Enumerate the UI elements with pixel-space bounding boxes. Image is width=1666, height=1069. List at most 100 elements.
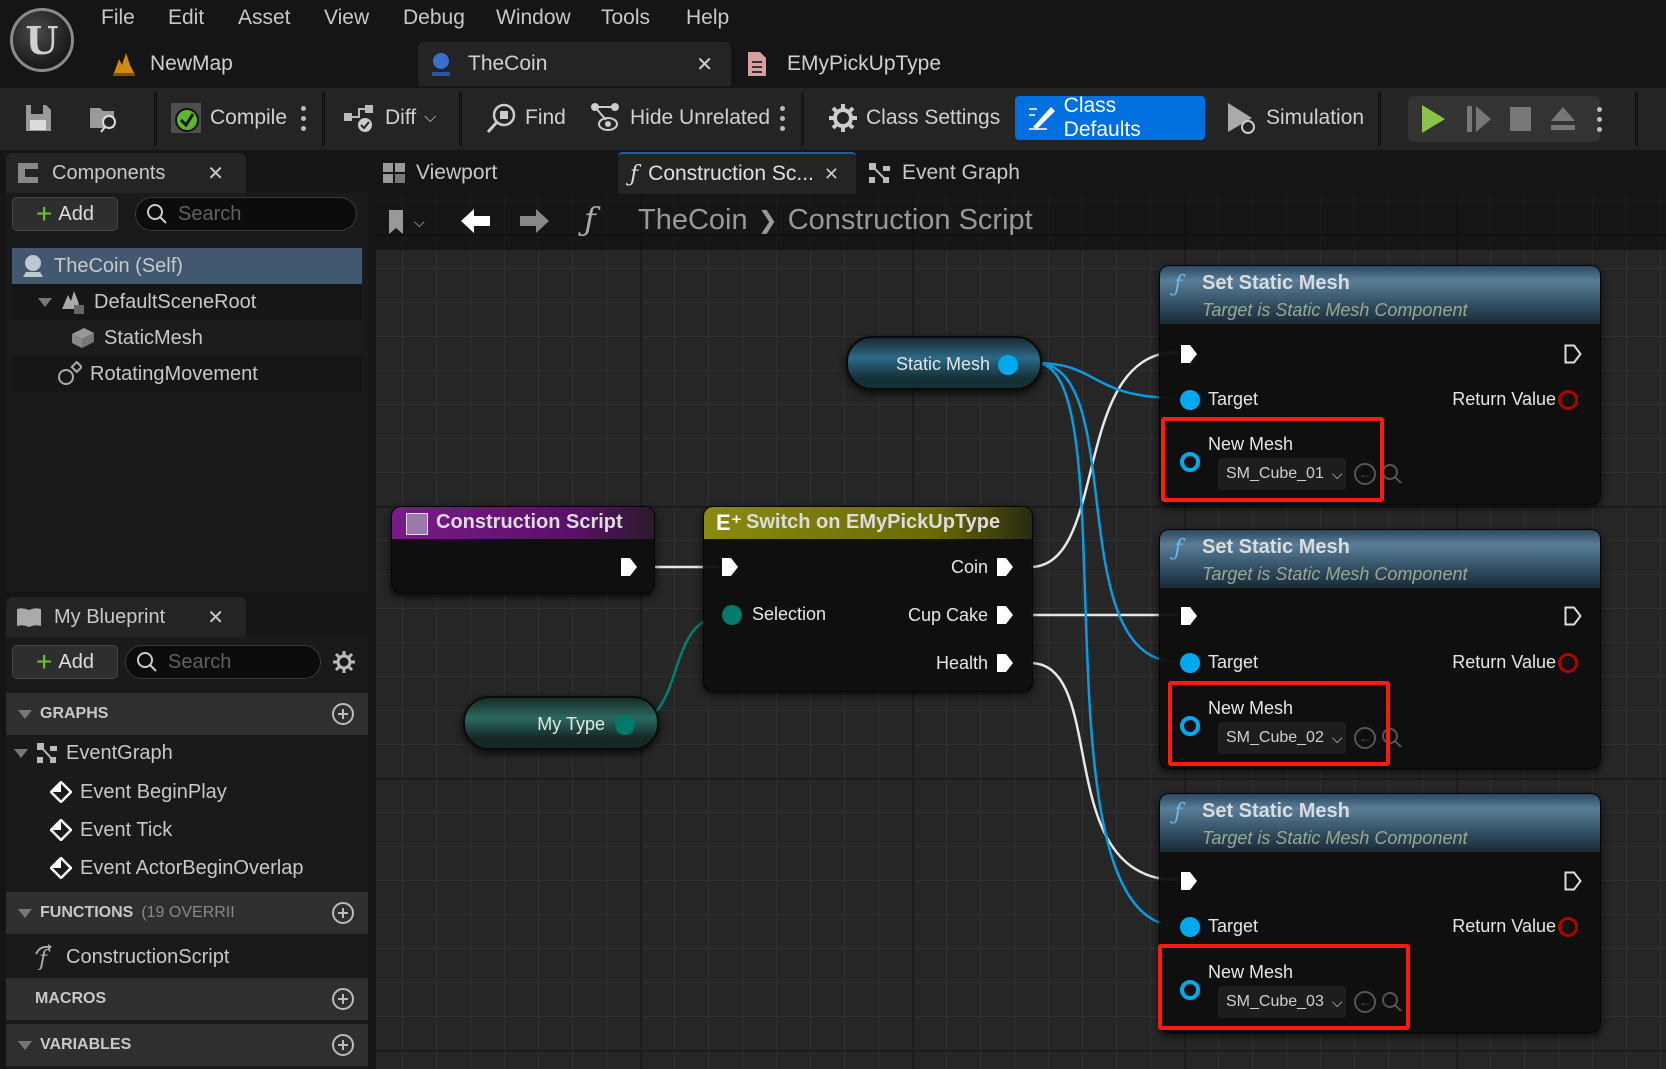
components-search-input[interactable]: Search bbox=[135, 197, 357, 231]
hide-unrelated-button[interactable]: Hide Unrelated bbox=[590, 96, 770, 140]
add-variable-icon[interactable] bbox=[332, 1034, 354, 1056]
static-mesh-variable-node[interactable]: Static Mesh bbox=[846, 336, 1042, 390]
my-blueprint-tab[interactable]: My Blueprint ✕ bbox=[6, 597, 246, 637]
return-value-pin[interactable] bbox=[1558, 390, 1578, 410]
menu-asset[interactable]: Asset bbox=[238, 4, 291, 32]
my-blueprint-search-input[interactable]: Search bbox=[125, 645, 321, 679]
simulation-button[interactable]: Simulation bbox=[1226, 96, 1364, 140]
event-item-tick[interactable]: Event Tick bbox=[50, 812, 350, 848]
event-item-beginplay[interactable]: Event BeginPlay bbox=[50, 774, 350, 810]
macros-section-header[interactable]: MACROS bbox=[6, 978, 368, 1020]
menu-tools[interactable]: Tools bbox=[601, 4, 650, 32]
forward-button[interactable] bbox=[518, 206, 550, 241]
stop-icon bbox=[1510, 107, 1531, 131]
component-item-rotatingmovement[interactable]: RotatingMovement bbox=[12, 356, 362, 392]
stop-button[interactable] bbox=[1500, 96, 1542, 142]
add-macro-icon[interactable] bbox=[332, 988, 354, 1010]
event-diamond-icon bbox=[50, 781, 72, 803]
exec-out-pin[interactable] bbox=[1564, 344, 1582, 364]
menu-help[interactable]: Help bbox=[686, 4, 729, 32]
tab-event-graph[interactable]: Event Graph bbox=[868, 152, 1068, 194]
pin-label: Target bbox=[1208, 652, 1259, 672]
class-defaults-button[interactable]: Class Defaults bbox=[1015, 94, 1205, 141]
class-settings-button[interactable]: Class Settings bbox=[828, 96, 1000, 140]
compile-options-button[interactable] bbox=[300, 96, 306, 140]
unreal-logo[interactable]: U bbox=[10, 8, 74, 72]
level-icon bbox=[113, 53, 135, 76]
tab-viewport[interactable]: Viewport bbox=[382, 152, 602, 194]
doc-tab-emypickuptype[interactable]: EMyPickUpType bbox=[745, 42, 1045, 86]
event-label: Event BeginPlay bbox=[80, 780, 227, 803]
advance-frame-button[interactable] bbox=[1458, 96, 1500, 142]
browse-button[interactable] bbox=[88, 96, 120, 140]
functions-section-header[interactable]: FUNCTIONS (19 OVERRII bbox=[6, 892, 368, 934]
static-mesh-out-pin[interactable] bbox=[998, 355, 1018, 375]
tab-label: Construction Sc... bbox=[648, 162, 814, 185]
play-options-button[interactable] bbox=[1584, 96, 1614, 142]
exec-in-pin[interactable] bbox=[721, 557, 739, 577]
graphs-section-header[interactable]: GRAPHS bbox=[6, 693, 368, 735]
exec-out-pin-health[interactable] bbox=[996, 653, 1014, 673]
expand-arrow-icon[interactable] bbox=[38, 297, 52, 307]
diff-button[interactable]: Diff ⌵ bbox=[343, 96, 436, 140]
my-type-variable-node[interactable]: My Type bbox=[463, 696, 659, 750]
tab-construction-script[interactable]: ƒ Construction Sc... ✕ bbox=[618, 152, 856, 194]
close-icon[interactable]: ✕ bbox=[696, 52, 713, 77]
exec-out-pin[interactable] bbox=[1564, 871, 1582, 891]
eject-button[interactable] bbox=[1542, 96, 1584, 142]
function-icon: ƒ bbox=[584, 200, 596, 238]
menu-debug[interactable]: Debug bbox=[403, 4, 465, 32]
breadcrumb-root[interactable]: TheCoin bbox=[638, 204, 748, 237]
exec-in-pin[interactable] bbox=[1180, 344, 1198, 364]
target-pin[interactable] bbox=[1180, 653, 1200, 673]
add-member-button[interactable]: + Add bbox=[12, 645, 118, 679]
components-title: Components bbox=[52, 161, 166, 184]
close-icon[interactable]: ✕ bbox=[207, 605, 224, 630]
exec-out-pin-cupcake[interactable] bbox=[996, 605, 1014, 625]
back-button[interactable] bbox=[460, 206, 492, 241]
compile-button[interactable]: Compile bbox=[170, 96, 287, 140]
exec-in-pin[interactable] bbox=[1180, 606, 1198, 626]
add-graph-icon[interactable] bbox=[332, 703, 354, 725]
switch-node[interactable]: E⁺ Switch on EMyPickUpType Selection Coi… bbox=[703, 506, 1033, 692]
close-icon[interactable]: ✕ bbox=[207, 161, 224, 186]
target-pin[interactable] bbox=[1180, 390, 1200, 410]
menu-edit[interactable]: Edit bbox=[168, 4, 204, 32]
variables-section-header[interactable]: VARIABLES bbox=[6, 1024, 368, 1066]
menu-window[interactable]: Window bbox=[496, 4, 571, 32]
play-button[interactable] bbox=[1408, 96, 1458, 142]
bookmark-button[interactable]: ⌵ bbox=[386, 208, 425, 236]
construction-script-node[interactable]: Construction Script bbox=[391, 506, 655, 594]
close-icon[interactable]: ✕ bbox=[824, 164, 839, 185]
doc-tab-newmap[interactable]: NewMap bbox=[100, 42, 400, 86]
overrides-count[interactable]: (19 OVERRII bbox=[141, 904, 234, 922]
chevron-down-icon: ⌵ bbox=[414, 213, 425, 230]
component-item-thecoin[interactable]: TheCoin (Self) bbox=[12, 248, 362, 284]
return-value-pin[interactable] bbox=[1558, 917, 1578, 937]
components-tab[interactable]: Components ✕ bbox=[6, 153, 246, 193]
graph-options-button[interactable] bbox=[779, 96, 785, 140]
settings-button[interactable] bbox=[332, 650, 356, 679]
expand-arrow-icon[interactable] bbox=[14, 748, 28, 758]
exec-out-pin-coin[interactable] bbox=[996, 557, 1014, 577]
target-pin[interactable] bbox=[1180, 917, 1200, 937]
component-item-staticmesh[interactable]: StaticMesh bbox=[12, 320, 362, 356]
my-type-out-pin[interactable] bbox=[615, 715, 635, 735]
menu-view[interactable]: View bbox=[324, 4, 369, 32]
component-item-defaultsceneroot[interactable]: DefaultSceneRoot bbox=[12, 284, 362, 320]
event-item-actorbeginoverlap[interactable]: Event ActorBeginOverlap bbox=[50, 850, 350, 886]
save-button[interactable] bbox=[24, 96, 52, 140]
doc-tab-thecoin[interactable]: TheCoin ✕ bbox=[418, 42, 731, 86]
function-item-constructionscript[interactable]: f ConstructionScript bbox=[34, 939, 354, 975]
exec-out-pin[interactable] bbox=[620, 557, 638, 577]
add-function-icon[interactable] bbox=[332, 902, 354, 924]
selection-pin[interactable] bbox=[722, 605, 742, 625]
graph-item-eventgraph[interactable]: EventGraph bbox=[10, 735, 350, 771]
find-button[interactable]: Find bbox=[485, 96, 566, 140]
add-component-button[interactable]: + Add bbox=[12, 197, 118, 231]
return-value-pin[interactable] bbox=[1558, 653, 1578, 673]
menu-file[interactable]: File bbox=[101, 4, 135, 32]
exec-in-pin[interactable] bbox=[1180, 871, 1198, 891]
node-title: Switch on EMyPickUpType bbox=[746, 511, 1001, 533]
exec-out-pin[interactable] bbox=[1564, 606, 1582, 626]
